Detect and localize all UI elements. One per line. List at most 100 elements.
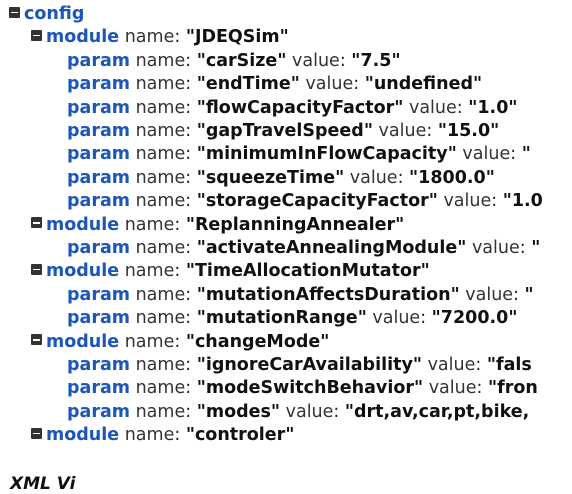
tree-row-config[interactable]: config bbox=[9, 2, 84, 26]
attribute-value: activateAnnealingModule bbox=[205, 238, 458, 258]
tree-row-param: param name: "squeezeTime" value: "1800.0… bbox=[67, 167, 495, 188]
attribute-name: value bbox=[372, 308, 421, 329]
attribute-value: carSize bbox=[205, 50, 278, 71]
attribute-name: name bbox=[124, 261, 175, 282]
tree-row-module[interactable]: module name: "controler" bbox=[31, 423, 294, 447]
attribute-name: value bbox=[427, 355, 476, 375]
tree-row-param: param name: "storageCapacityFactor" valu… bbox=[67, 191, 543, 212]
attribute-value: 15.0 bbox=[446, 121, 491, 141]
attribute-name: value bbox=[285, 401, 334, 422]
attribute-value: squeezeTime bbox=[205, 167, 336, 188]
attribute-name: value bbox=[462, 144, 511, 165]
attribute-name: name bbox=[135, 191, 186, 212]
attribute-value: TimeAllocationMutator bbox=[194, 261, 421, 282]
collapse-icon[interactable] bbox=[9, 6, 20, 18]
tree-row-param: param name: "ignoreCarAvailability" valu… bbox=[67, 355, 532, 375]
attribute-value: mutationRange bbox=[205, 308, 358, 329]
element-tag: module bbox=[46, 331, 120, 352]
element-tag: param bbox=[67, 74, 131, 95]
element-tag: param bbox=[67, 167, 131, 188]
attribute-name: name bbox=[135, 401, 186, 422]
tree-row-param: param name: "flowCapacityFactor" value: … bbox=[67, 97, 518, 118]
attribute-name: name bbox=[135, 355, 186, 375]
attribute-value: undefined bbox=[373, 74, 473, 95]
element-tag: param bbox=[67, 308, 131, 329]
attribute-value: changeMode bbox=[194, 331, 321, 352]
attribute-name: name bbox=[135, 378, 186, 399]
tree-row-module[interactable]: module name: "TimeAllocationMutator" bbox=[31, 259, 430, 283]
tree-row-param: param name: "modeSwitchBehavior" value: … bbox=[67, 378, 538, 399]
element-tag: param bbox=[67, 97, 131, 118]
attribute-name: value bbox=[428, 378, 477, 399]
attribute-name: value bbox=[465, 284, 514, 305]
collapse-icon[interactable] bbox=[31, 217, 42, 229]
tree-row-param: param name: "carSize" value: "7.5" bbox=[67, 50, 401, 71]
attribute-name: value bbox=[408, 97, 457, 118]
attribute-name: name bbox=[135, 74, 186, 95]
element-tag: param bbox=[67, 121, 131, 141]
element-tag: param bbox=[67, 238, 131, 258]
tree-row-param: param name: "activateAnnealingModule" va… bbox=[67, 238, 541, 258]
collapse-icon[interactable] bbox=[31, 334, 42, 346]
attribute-value: 7200.0 bbox=[440, 308, 509, 329]
element-tag: param bbox=[67, 191, 131, 212]
tree-row-param: param name: "mutationRange" value: "7200… bbox=[67, 308, 518, 329]
attribute-value: modes bbox=[205, 401, 271, 422]
collapse-icon[interactable] bbox=[31, 263, 42, 275]
attribute-value: flowCapacityFactor bbox=[205, 97, 395, 118]
tree-row-module[interactable]: module name: "JDEQSim" bbox=[31, 25, 289, 49]
collapse-icon[interactable] bbox=[31, 29, 42, 41]
attribute-value: gapTravelSpeed bbox=[205, 121, 364, 141]
attribute-value: 1.0 bbox=[477, 97, 509, 118]
attribute-name: name bbox=[135, 97, 186, 118]
element-tag: param bbox=[67, 378, 131, 399]
attribute-value: 1.0 bbox=[511, 191, 543, 212]
element-tag: module bbox=[46, 425, 120, 446]
element-tag: param bbox=[67, 355, 131, 375]
element-tag: param bbox=[67, 50, 131, 71]
attribute-name: name bbox=[135, 284, 186, 305]
attribute-name: value bbox=[378, 121, 427, 141]
attribute-value: mutationAffectsDuration bbox=[205, 284, 451, 305]
attribute-name: name bbox=[124, 425, 175, 446]
attribute-name: name bbox=[124, 27, 175, 48]
attribute-value: modeSwitchBehavior bbox=[205, 378, 414, 399]
attribute-value: minimumInFlowCapacity bbox=[205, 144, 448, 165]
attribute-name: name bbox=[135, 50, 186, 71]
attribute-name: value bbox=[292, 50, 340, 71]
element-tag: module bbox=[46, 214, 120, 235]
attribute-name: value bbox=[349, 167, 398, 188]
xml-tree-view: config module name: "JDEQSim" param name: … bbox=[0, 0, 572, 488]
attribute-value: ReplanningAnnealer bbox=[194, 214, 396, 235]
attribute-name: name bbox=[124, 214, 175, 235]
collapse-icon[interactable] bbox=[31, 427, 42, 439]
element-tag: config bbox=[24, 4, 85, 24]
tree-row-param: param name: "modes" value: "drt,av,car,p… bbox=[67, 401, 530, 422]
element-tag: param bbox=[67, 284, 131, 305]
attribute-value: drt,av,car,pt,bike, bbox=[354, 401, 530, 422]
attribute-name: name bbox=[135, 121, 186, 141]
tree-row-param: param name: "minimumInFlowCapacity" valu… bbox=[67, 144, 531, 165]
attribute-value: JDEQSim bbox=[194, 27, 280, 48]
attribute-name: name bbox=[135, 238, 186, 258]
element-tag: param bbox=[67, 401, 131, 422]
tree-row-module[interactable]: module name: "changeMode" bbox=[31, 330, 329, 354]
attribute-value: ignoreCarAvailability bbox=[205, 355, 413, 375]
tree-row-param: param name: "gapTravelSpeed" value: "15.… bbox=[67, 121, 500, 141]
attribute-name: name bbox=[135, 308, 186, 329]
tree-row-param: param name: "mutationAffectsDuration" va… bbox=[67, 284, 534, 305]
attribute-value: endTime bbox=[205, 74, 291, 95]
attribute-value: controler bbox=[194, 425, 286, 446]
attribute-value: fron bbox=[497, 378, 538, 399]
attribute-name: value bbox=[471, 238, 520, 258]
attribute-name: name bbox=[135, 167, 186, 188]
element-tag: module bbox=[46, 261, 120, 282]
attribute-name: value bbox=[305, 74, 354, 95]
attribute-name: name bbox=[135, 144, 186, 165]
tree-row-module[interactable]: module name: "ReplanningAnnealer" bbox=[31, 213, 404, 237]
attribute-value: fals bbox=[495, 355, 532, 375]
attribute-value: 7.5 bbox=[360, 50, 392, 71]
element-tag: param bbox=[67, 144, 131, 165]
attribute-value: 1800.0 bbox=[418, 167, 486, 188]
attribute-value: storageCapacityFactor bbox=[205, 191, 429, 212]
